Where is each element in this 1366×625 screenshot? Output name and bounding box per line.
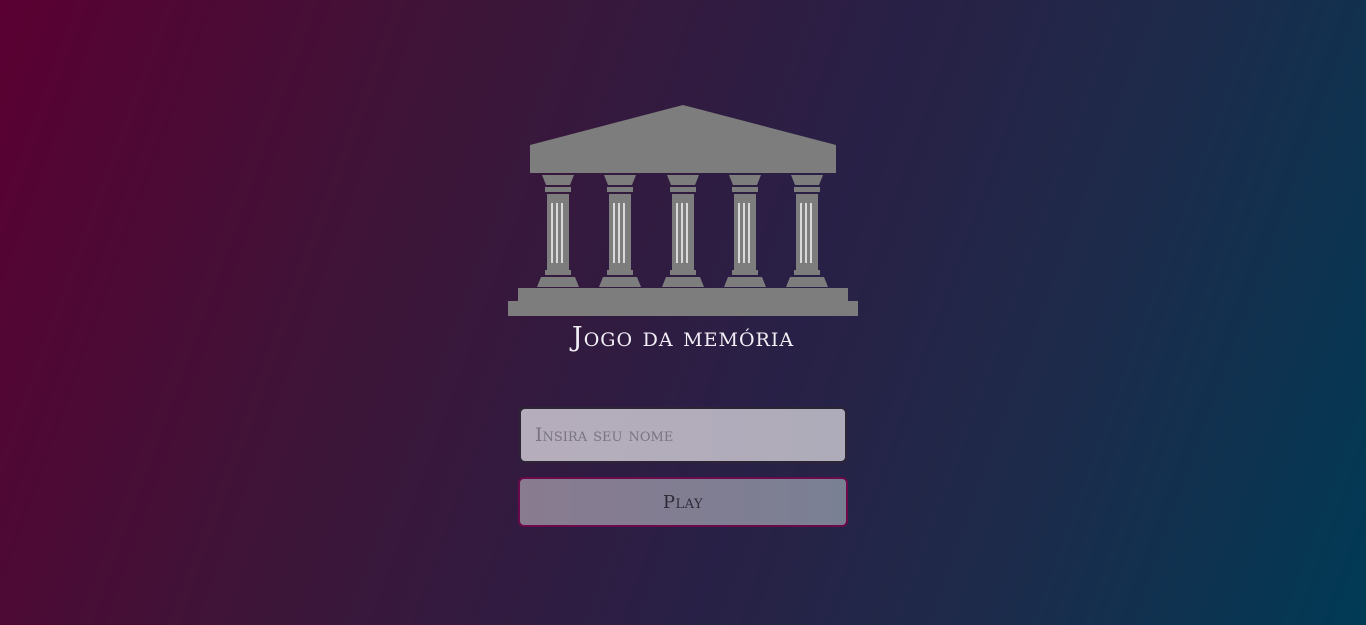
name-input[interactable] [519, 407, 847, 463]
play-button[interactable]: Play [518, 477, 848, 527]
page-title: Jogo da memória [571, 322, 795, 353]
temple-icon [508, 105, 858, 316]
